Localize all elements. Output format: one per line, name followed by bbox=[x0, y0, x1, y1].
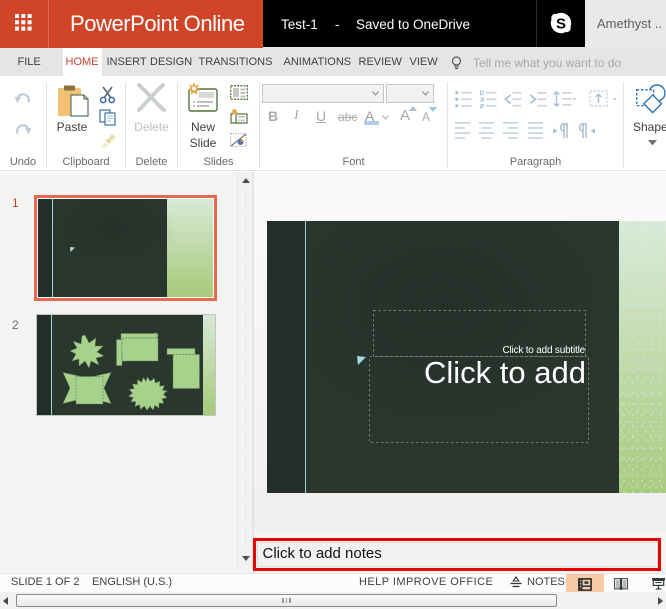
svg-text:S: S bbox=[556, 15, 566, 32]
